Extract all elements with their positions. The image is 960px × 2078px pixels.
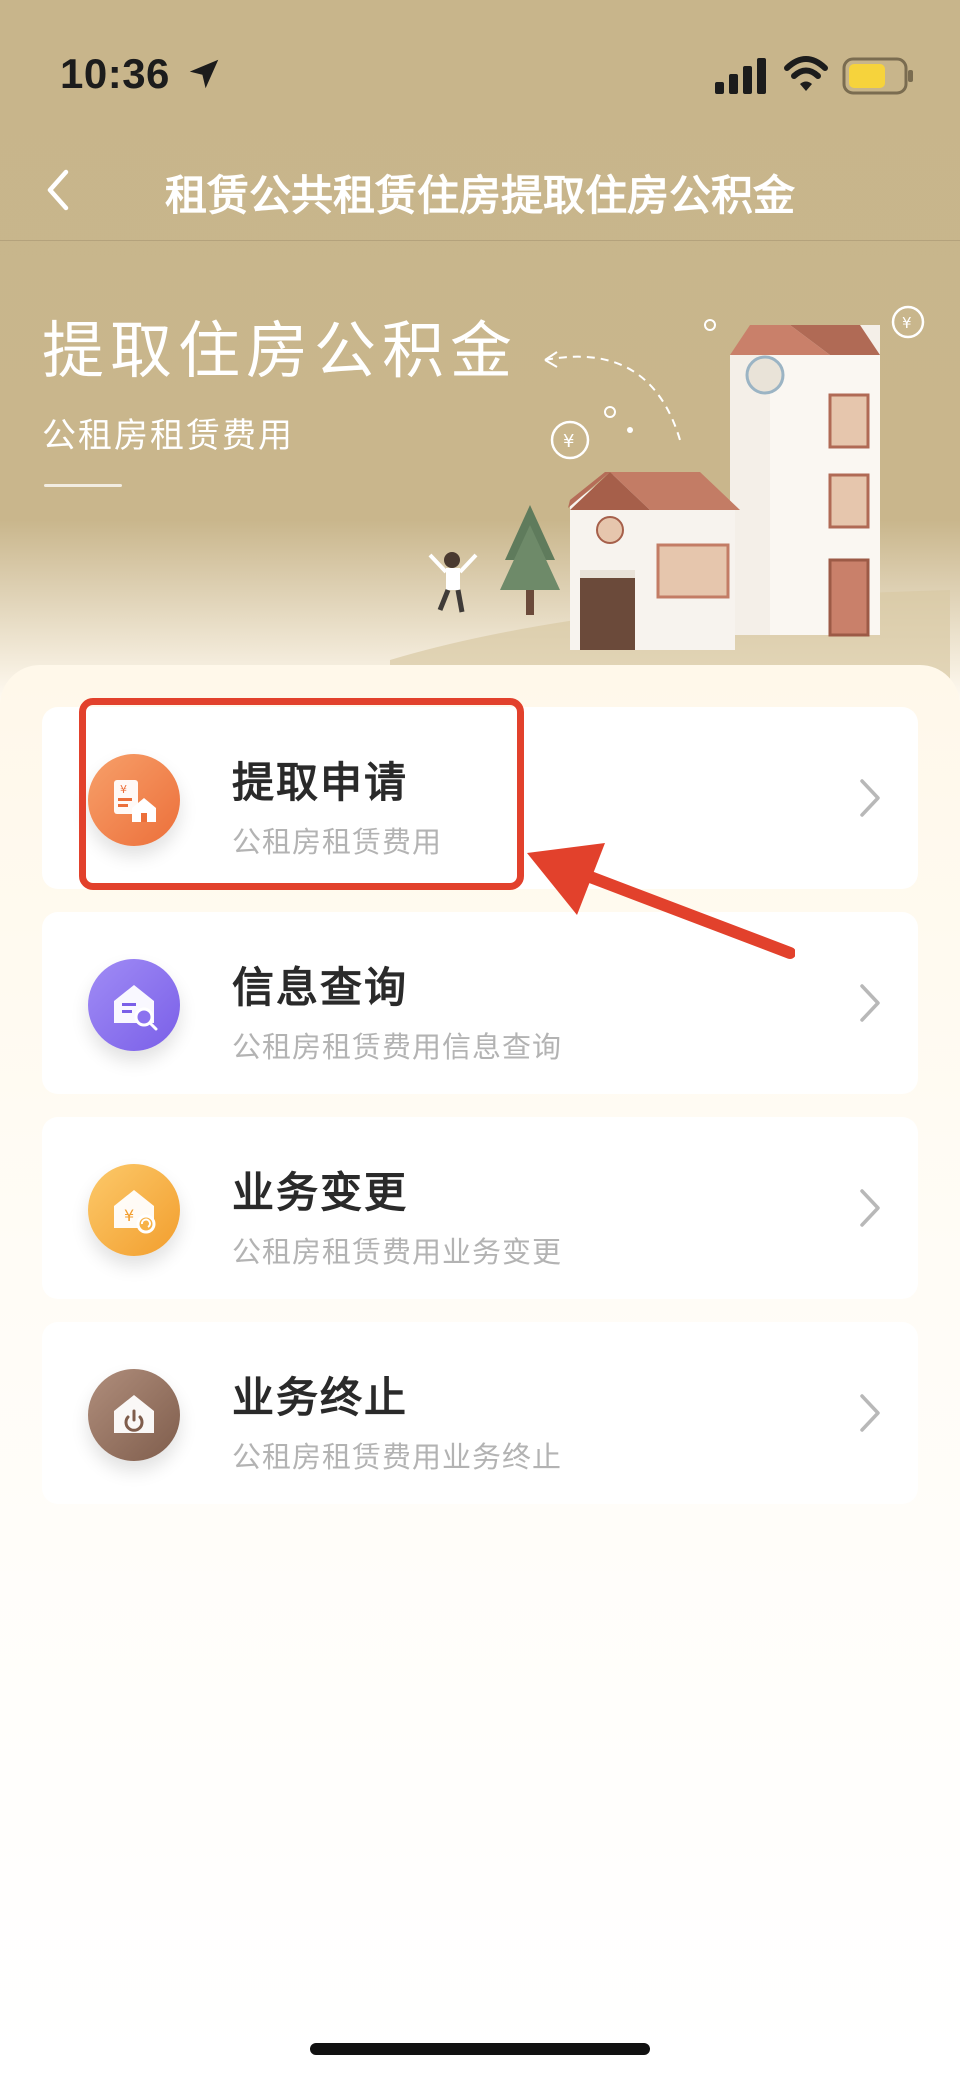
cellular-signal-icon (715, 58, 766, 94)
menu-item-subtitle: 公租房租赁费用信息查询 (232, 1030, 563, 1064)
location-arrow-icon (189, 59, 219, 89)
menu-item-subtitle: 公租房租赁费用业务终止 (232, 1440, 563, 1474)
chevron-right-icon (860, 779, 880, 817)
house-power-icon (88, 1369, 180, 1461)
annotation-arrow (527, 843, 795, 959)
menu-item-title: 业务变更 (232, 1168, 409, 1217)
chevron-right-icon (860, 1189, 880, 1227)
page-title: 租赁公共租赁住房提取住房公积金 (164, 171, 795, 220)
svg-text:¥: ¥ (124, 1206, 134, 1225)
wifi-icon (784, 56, 828, 91)
banner-underline (44, 484, 122, 487)
house-yen-refresh-icon: ¥ (88, 1164, 180, 1256)
menu-item-title: 业务终止 (232, 1373, 409, 1422)
navigation-bar: 租赁公共租赁住房提取住房公积金 (0, 140, 960, 241)
status-time: 10:36 (60, 50, 170, 97)
home-indicator (310, 2043, 650, 2055)
menu-item-subtitle: 公租房租赁费用业务变更 (232, 1235, 563, 1269)
chevron-right-icon (860, 984, 880, 1022)
status-bar: 10:36 (0, 0, 960, 150)
menu-item-business-change[interactable]: ¥ 业务变更 公租房租赁费用业务变更 (42, 1117, 918, 1299)
chevron-right-icon (860, 1394, 880, 1432)
houses-illustration: ¥ ¥ (390, 305, 950, 680)
menu-item-title: 信息查询 (232, 963, 409, 1012)
battery-icon (842, 57, 913, 95)
menu-item-business-terminate[interactable]: 业务终止 公租房租赁费用业务终止 (42, 1322, 918, 1504)
svg-text:¥: ¥ (902, 314, 912, 332)
annotation-highlight-box (79, 698, 524, 890)
app-screen: 10:36 租赁公共租赁住房提取住房公积金 提取住房公积金 公租房租赁费用 ¥ … (0, 0, 960, 2078)
banner-subtitle: 公租房租赁费用 (42, 416, 294, 456)
svg-text:¥: ¥ (563, 431, 574, 452)
banner: 提取住房公积金 公租房租赁费用 ¥ ¥ (0, 240, 960, 680)
house-search-icon (88, 959, 180, 1051)
